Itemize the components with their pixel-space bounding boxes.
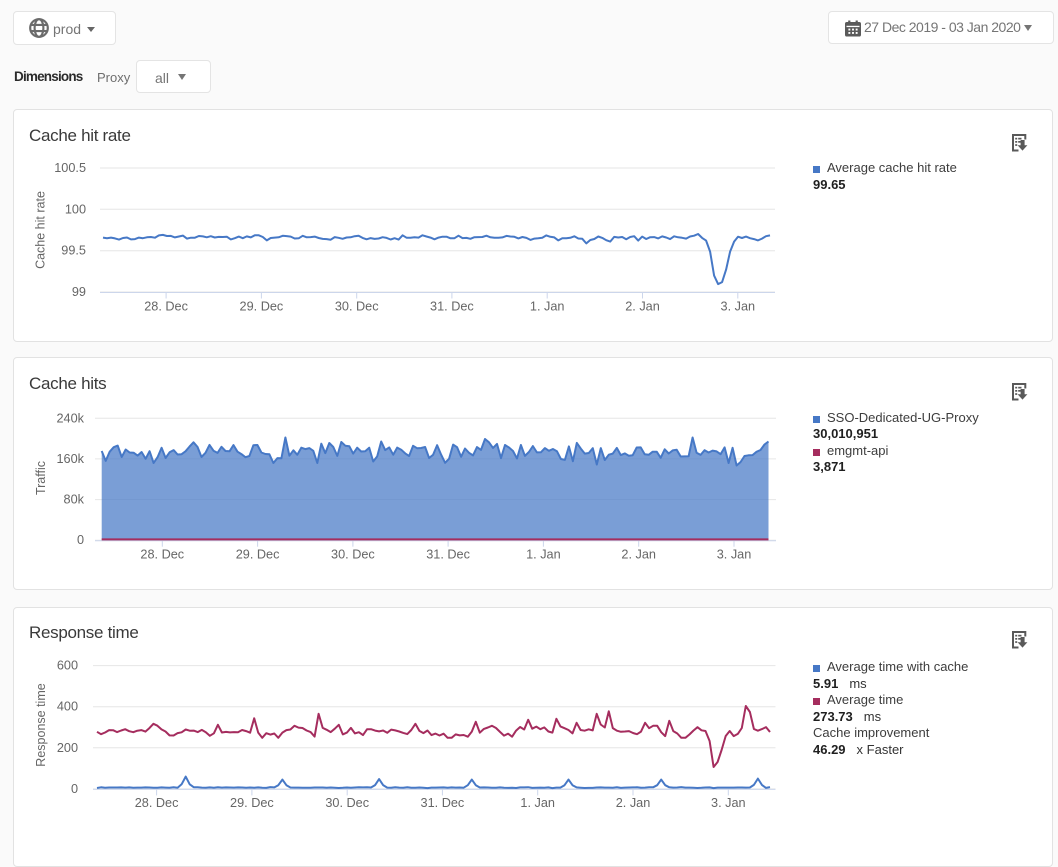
svg-text:30. Dec: 30. Dec [325,796,369,810]
svg-text:3. Jan: 3. Jan [721,300,756,314]
svg-text:Traffic: Traffic [34,461,48,495]
svg-text:31. Dec: 31. Dec [421,796,465,810]
svg-text:30. Dec: 30. Dec [331,548,375,562]
svg-text:31. Dec: 31. Dec [426,548,470,562]
svg-text:3. Jan: 3. Jan [711,796,746,810]
svg-text:29. Dec: 29. Dec [236,548,280,562]
svg-text:100: 100 [65,202,86,216]
svg-text:80k: 80k [64,493,85,507]
svg-text:Response time: Response time [34,683,48,766]
svg-text:100.5: 100.5 [54,161,86,175]
svg-text:29. Dec: 29. Dec [230,796,274,810]
svg-text:600: 600 [57,659,78,673]
svg-text:1. Jan: 1. Jan [526,548,561,562]
svg-text:31. Dec: 31. Dec [430,300,474,314]
svg-text:400: 400 [57,700,78,714]
svg-text:29. Dec: 29. Dec [240,300,284,314]
svg-text:160k: 160k [56,452,84,466]
svg-text:1. Jan: 1. Jan [530,300,565,314]
svg-text:99: 99 [72,285,86,299]
svg-text:2. Jan: 2. Jan [616,796,651,810]
svg-text:Cache hit rate: Cache hit rate [34,191,48,269]
svg-text:99.5: 99.5 [61,244,86,258]
svg-text:28. Dec: 28. Dec [135,796,179,810]
svg-text:28. Dec: 28. Dec [140,548,184,562]
svg-text:30. Dec: 30. Dec [335,300,379,314]
svg-text:200: 200 [57,741,78,755]
svg-text:28. Dec: 28. Dec [144,300,188,314]
svg-text:1. Jan: 1. Jan [520,796,555,810]
svg-text:3. Jan: 3. Jan [717,548,752,562]
svg-text:0: 0 [71,782,78,796]
svg-text:2. Jan: 2. Jan [625,300,660,314]
svg-text:2. Jan: 2. Jan [621,548,656,562]
svg-text:240k: 240k [56,411,84,425]
svg-text:0: 0 [77,533,84,547]
